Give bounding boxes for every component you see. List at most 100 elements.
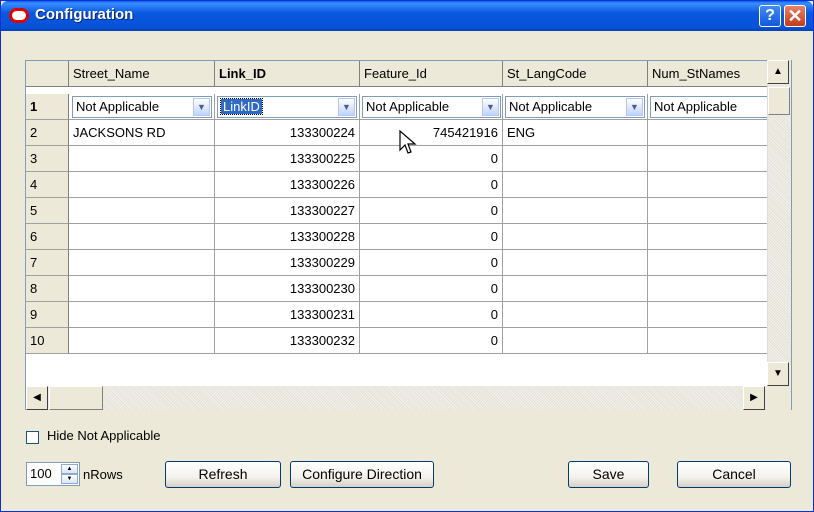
feature-id-cell[interactable]: 0 [360,250,503,276]
row-number[interactable]: 2 [26,120,69,146]
column-header-feature-id[interactable]: Feature_Id [360,61,503,87]
feature-id-cell[interactable]: 0 [360,302,503,328]
spin-down-icon[interactable]: ▼ [61,474,78,484]
street-name-mapping-select[interactable]: Not Applicable ▼ [72,96,212,118]
horizontal-scroll-thumb[interactable] [49,386,103,410]
num-stnames-cell[interactable] [648,120,768,146]
row-number[interactable]: 5 [26,198,69,224]
st-langcode-cell[interactable] [503,224,648,250]
spin-up-icon[interactable]: ▲ [61,464,78,474]
column-header-st-langcode[interactable]: St_LangCode [503,61,648,87]
street-name-cell[interactable] [69,146,215,172]
column-header-link-id[interactable]: Link_ID [215,61,360,87]
num-stnames-cell[interactable] [648,250,768,276]
link-id-cell[interactable]: 133300227 [215,198,360,224]
row-number[interactable]: 6 [26,224,69,250]
num-stnames-cell[interactable] [648,328,768,354]
help-button[interactable]: ? [759,5,781,27]
st-langcode-cell[interactable] [503,250,648,276]
street-name-cell[interactable] [69,302,215,328]
chevron-down-icon[interactable]: ▼ [626,98,643,116]
nrows-spinner[interactable]: ▲ ▼ [61,464,78,484]
feature-id-cell[interactable]: 745421916 [360,120,503,146]
scrollbar-corner [767,386,791,410]
table-row[interactable]: 7 133300229 0 [26,250,768,276]
num-stnames-cell[interactable] [648,172,768,198]
row-number[interactable]: 4 [26,172,69,198]
feature-id-cell[interactable]: 0 [360,224,503,250]
scroll-down-icon[interactable]: ▼ [767,362,789,386]
chevron-down-icon[interactable]: ▼ [482,98,499,116]
scroll-up-icon[interactable]: ▲ [767,60,789,84]
column-header-num-stnames[interactable]: Num_StNames [648,61,768,87]
st-langcode-cell[interactable] [503,146,648,172]
scroll-left-icon[interactable]: ◀ [26,386,48,410]
feature-id-cell[interactable]: 0 [360,276,503,302]
st-langcode-cell[interactable] [503,198,648,224]
num-stnames-mapping-select[interactable]: Not Applicable [650,96,768,118]
chevron-down-icon[interactable]: ▼ [193,98,210,116]
scroll-right-icon[interactable]: ▶ [743,386,765,410]
window-title: Configuration [35,6,134,23]
title-bar[interactable]: Configuration ? ✕ [1,1,813,31]
feature-id-cell[interactable]: 0 [360,328,503,354]
configure-direction-button[interactable]: Configure Direction [290,461,434,488]
data-grid[interactable]: Street_Name Link_ID Feature_Id St_LangCo… [25,60,792,410]
street-name-cell[interactable] [69,276,215,302]
street-name-cell[interactable] [69,172,215,198]
row-number[interactable]: 9 [26,302,69,328]
st-langcode-cell[interactable] [503,328,648,354]
table-row[interactable]: 4 133300226 0 [26,172,768,198]
link-id-cell[interactable]: 133300228 [215,224,360,250]
num-stnames-cell[interactable] [648,146,768,172]
refresh-button[interactable]: Refresh [165,461,281,488]
link-id-cell[interactable]: 133300229 [215,250,360,276]
street-name-cell[interactable] [69,198,215,224]
corner-header-cell [26,61,69,87]
link-id-cell[interactable]: 133300231 [215,302,360,328]
table-row[interactable]: 8 133300230 0 [26,276,768,302]
row-number[interactable]: 7 [26,250,69,276]
street-name-cell[interactable]: JACKSONS RD [69,120,215,146]
st-langcode-cell[interactable]: ENG [503,120,648,146]
num-stnames-cell[interactable] [648,302,768,328]
feature-id-mapping-select[interactable]: Not Applicable ▼ [362,96,501,118]
vertical-scroll-thumb[interactable] [768,87,790,115]
feature-id-cell[interactable]: 0 [360,198,503,224]
link-id-cell[interactable]: 133300224 [215,120,360,146]
link-id-cell[interactable]: 133300226 [215,172,360,198]
hide-not-applicable-label[interactable]: Hide Not Applicable [47,428,160,443]
save-button[interactable]: Save [568,461,649,488]
link-id-mapping-select[interactable]: LinkID ▼ [217,96,357,118]
num-stnames-cell[interactable] [648,198,768,224]
st-langcode-cell[interactable] [503,276,648,302]
table-row[interactable]: 3 133300225 0 [26,146,768,172]
link-id-cell[interactable]: 133300225 [215,146,360,172]
street-name-cell[interactable] [69,224,215,250]
link-id-cell[interactable]: 133300230 [215,276,360,302]
table-row[interactable]: 6 133300228 0 [26,224,768,250]
table-row[interactable]: 10 133300232 0 [26,328,768,354]
feature-id-cell[interactable]: 0 [360,172,503,198]
row-number[interactable]: 10 [26,328,69,354]
street-name-cell[interactable] [69,250,215,276]
num-stnames-cell[interactable] [648,276,768,302]
feature-id-cell[interactable]: 0 [360,146,503,172]
column-header-street-name[interactable]: Street_Name [69,61,215,87]
close-button[interactable]: ✕ [784,5,806,27]
st-langcode-cell[interactable] [503,172,648,198]
table-row[interactable]: 2 JACKSONS RD 133300224 745421916 ENG [26,120,768,146]
row-number[interactable]: 8 [26,276,69,302]
row-number[interactable]: 3 [26,146,69,172]
table-row[interactable]: 9 133300231 0 [26,302,768,328]
hide-not-applicable-checkbox[interactable] [26,431,39,444]
horizontal-scrollbar[interactable] [26,386,767,410]
num-stnames-cell[interactable] [648,224,768,250]
st-langcode-cell[interactable] [503,302,648,328]
link-id-cell[interactable]: 133300232 [215,328,360,354]
st-langcode-mapping-select[interactable]: Not Applicable ▼ [505,96,645,118]
table-row[interactable]: 5 133300227 0 [26,198,768,224]
street-name-cell[interactable] [69,328,215,354]
cancel-button[interactable]: Cancel [677,461,791,488]
chevron-down-icon[interactable]: ▼ [338,98,355,116]
